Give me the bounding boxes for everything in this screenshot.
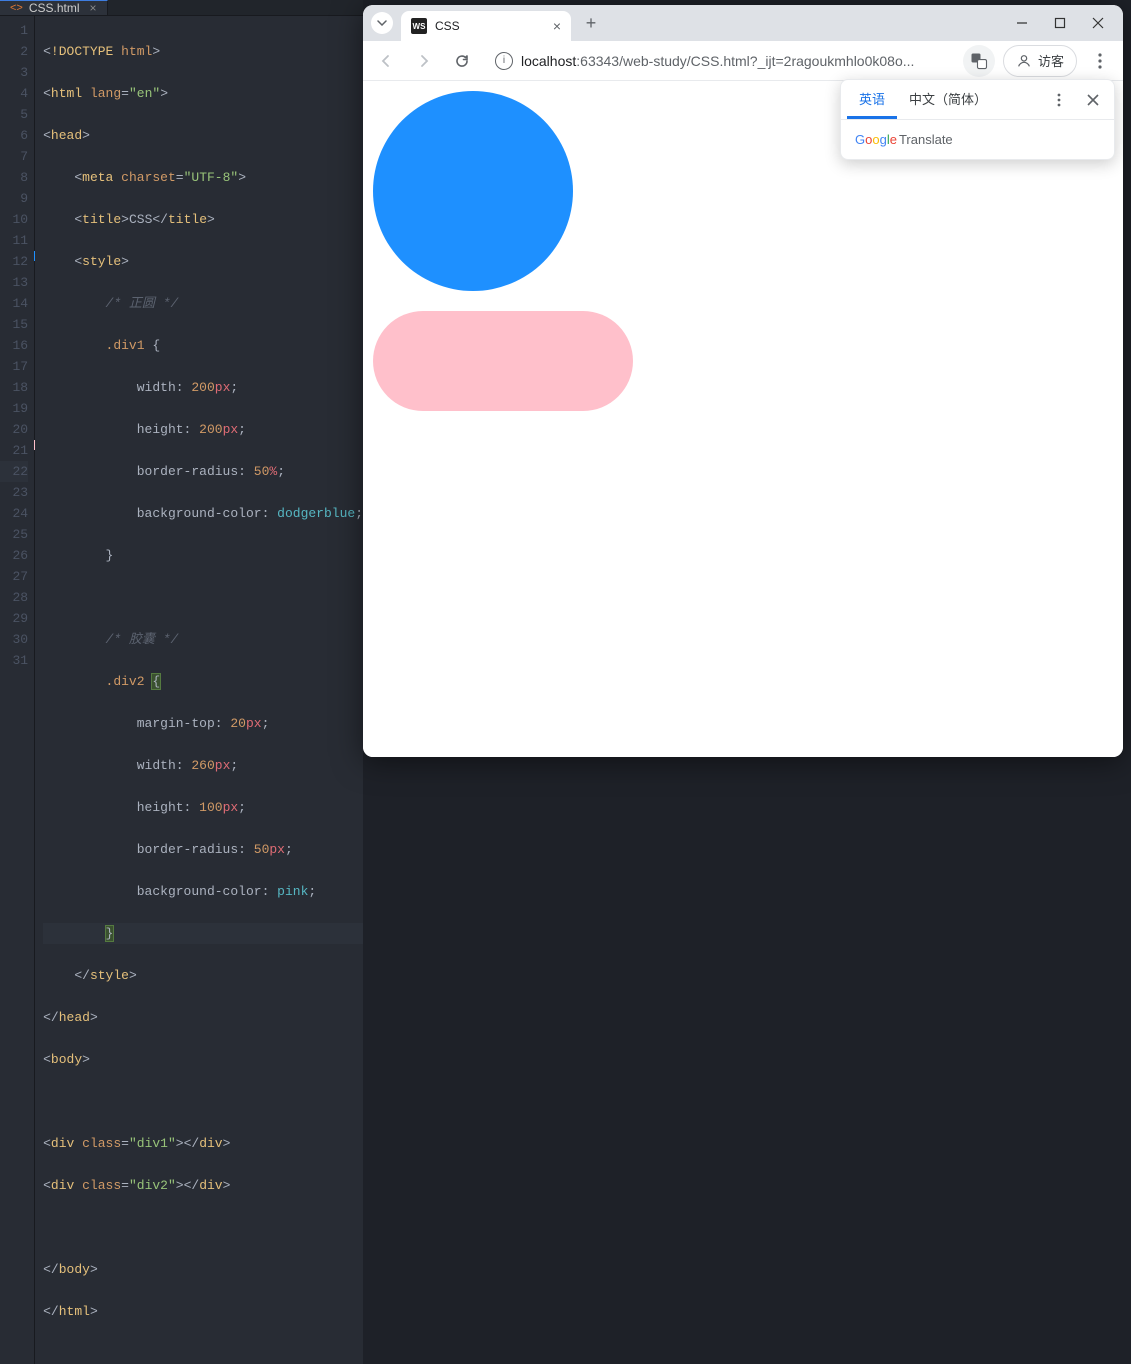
line-number: 9 (0, 188, 28, 209)
line-number: 13 (0, 272, 28, 293)
url-path: :63343/web-study/CSS.html?_ijt=2ragoukmh… (576, 53, 914, 69)
forward-button[interactable] (409, 46, 439, 76)
user-icon (1016, 53, 1032, 69)
close-icon (1092, 17, 1104, 29)
translate-options-button[interactable] (1044, 85, 1074, 115)
translate-tab-english[interactable]: 英语 (847, 80, 897, 119)
line-number: 27 (0, 566, 28, 587)
line-number: 17 (0, 356, 28, 377)
address-bar[interactable]: i localhost:63343/web-study/CSS.html?_ij… (485, 46, 955, 76)
editor-tab-css-html[interactable]: <> CSS.html × (0, 0, 108, 15)
menu-button[interactable] (1085, 46, 1115, 76)
translate-close-button[interactable] (1078, 85, 1108, 115)
line-number: 5 (0, 104, 28, 125)
reload-button[interactable] (447, 46, 477, 76)
browser-titlebar[interactable]: WS CSS × + (363, 5, 1123, 41)
close-tab-icon[interactable]: × (553, 18, 561, 34)
close-tab-icon[interactable]: × (90, 1, 97, 15)
back-button[interactable] (371, 46, 401, 76)
line-number: 14 (0, 293, 28, 314)
line-number: 16 (0, 335, 28, 356)
browser-toolbar: i localhost:63343/web-study/CSS.html?_ij… (363, 41, 1123, 81)
tab-search-button[interactable] (371, 12, 393, 34)
browser-tab-title: CSS (435, 19, 545, 33)
line-number: 26 (0, 545, 28, 566)
line-number: 24 (0, 503, 28, 524)
line-number: 28 (0, 587, 28, 608)
code-editor: <> CSS.html × 1 2 3 4 5 6 7 8 9 10 11 12… (0, 0, 363, 773)
new-tab-button[interactable]: + (577, 9, 605, 37)
line-number: 1 (0, 20, 28, 41)
editor-body[interactable]: 1 2 3 4 5 6 7 8 9 10 11 12 13 14 15 16 1… (0, 16, 363, 1364)
webstorm-favicon-icon: WS (411, 18, 427, 34)
translate-attribution: Google Translate (841, 120, 1114, 159)
editor-tab-bar: <> CSS.html × (0, 0, 363, 16)
page-content: 英语 中文（简体） Google Translate (363, 81, 1123, 757)
line-number: 6 (0, 125, 28, 146)
translate-button[interactable] (963, 45, 995, 77)
rendered-div1-circle (373, 91, 573, 291)
line-number: 21 (0, 440, 28, 461)
line-number: 23 (0, 482, 28, 503)
line-number: 25 (0, 524, 28, 545)
translate-popup: 英语 中文（简体） Google Translate (840, 79, 1115, 160)
browser-tab[interactable]: WS CSS × (401, 11, 571, 41)
line-number-gutter: 1 2 3 4 5 6 7 8 9 10 11 12 13 14 15 16 1… (0, 16, 35, 1364)
translate-tab-chinese[interactable]: 中文（简体） (897, 80, 999, 119)
google-logo-text: Google (855, 132, 897, 147)
line-number: 8 (0, 167, 28, 188)
translate-icon (970, 52, 988, 70)
minimize-button[interactable] (1005, 9, 1039, 37)
line-number: 22 (0, 461, 28, 482)
line-number: 30 (0, 629, 28, 650)
line-number: 7 (0, 146, 28, 167)
line-number: 19 (0, 398, 28, 419)
line-number: 20 (0, 419, 28, 440)
maximize-icon (1054, 17, 1066, 29)
maximize-button[interactable] (1043, 9, 1077, 37)
line-number: 11 (0, 230, 28, 251)
line-number: 15 (0, 314, 28, 335)
browser-window: WS CSS × + i localhost:63343/web-study/C… (363, 5, 1123, 757)
url-host: localhost (521, 53, 576, 69)
code-area[interactable]: <!DOCTYPE html> <html lang="en"> <head> … (35, 16, 363, 1364)
close-icon (1087, 94, 1099, 106)
line-number: 4 (0, 83, 28, 104)
line-number: 10 (0, 209, 28, 230)
line-number: 12 (0, 251, 28, 272)
chevron-down-icon (377, 20, 387, 26)
site-info-icon[interactable]: i (495, 52, 513, 70)
arrow-left-icon (378, 53, 394, 69)
close-window-button[interactable] (1081, 9, 1115, 37)
html-file-icon: <> (10, 2, 23, 14)
minimize-icon (1016, 17, 1028, 29)
kebab-icon (1098, 53, 1102, 69)
translate-tabs: 英语 中文（简体） (841, 80, 1114, 120)
reload-icon (454, 53, 470, 69)
rendered-div2-pill (373, 311, 633, 411)
editor-tab-filename: CSS.html (29, 1, 80, 15)
profile-label: 访客 (1038, 51, 1064, 70)
line-number: 2 (0, 41, 28, 62)
line-number: 29 (0, 608, 28, 629)
arrow-right-icon (416, 53, 432, 69)
line-number: 18 (0, 377, 28, 398)
profile-button[interactable]: 访客 (1003, 45, 1077, 77)
line-number: 31 (0, 650, 28, 671)
kebab-icon (1057, 93, 1061, 107)
line-number: 3 (0, 62, 28, 83)
